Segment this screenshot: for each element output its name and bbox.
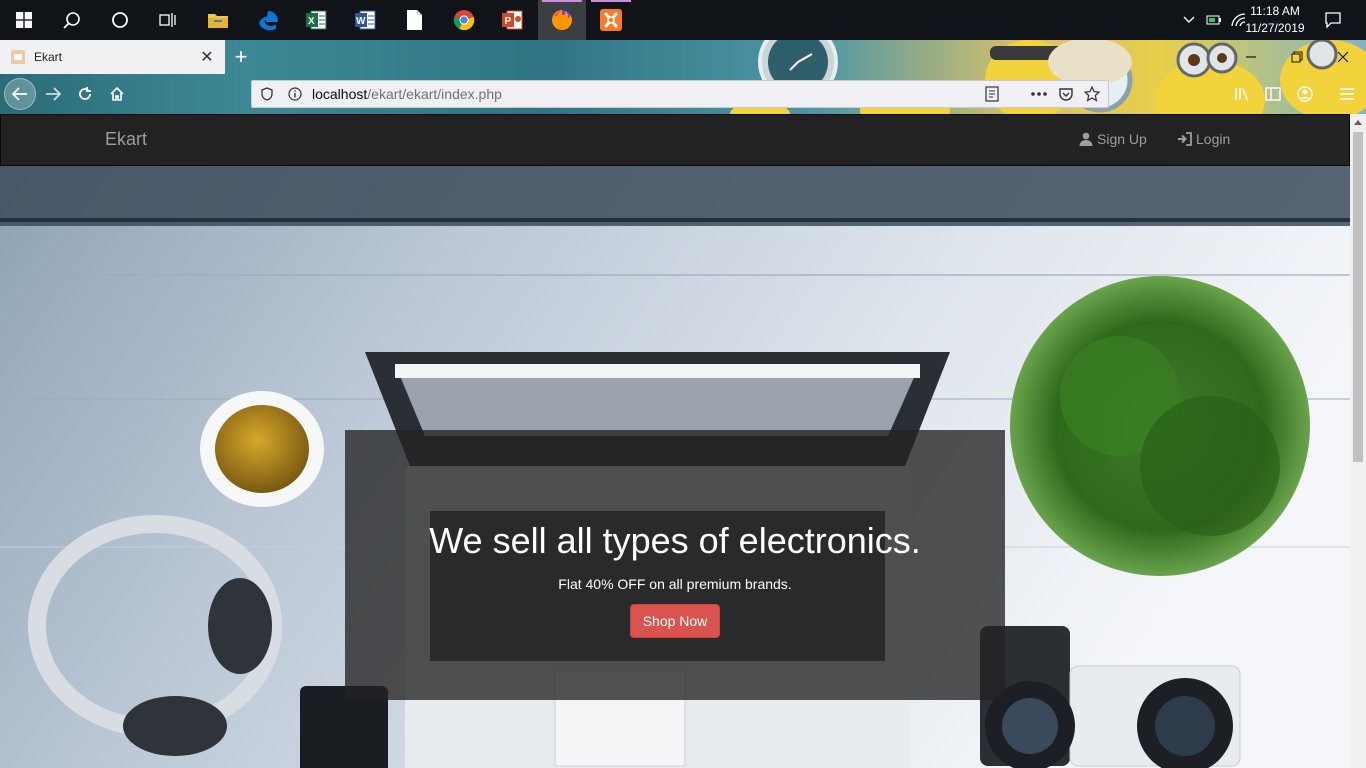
log-in-icon bbox=[1178, 132, 1192, 146]
pocket-icon[interactable] bbox=[1058, 86, 1074, 102]
system-clock[interactable]: 11:18 AM 11/27/2019 bbox=[1240, 3, 1310, 37]
hero-subheading: Flat 40% OFF on all premium brands. bbox=[558, 576, 792, 592]
address-bar[interactable]: localhost/ekart/ekart/index.php bbox=[251, 80, 1109, 108]
url-path: /ekart/ekart/index.php bbox=[367, 86, 502, 102]
search-icon[interactable] bbox=[48, 0, 96, 40]
powerpoint-icon[interactable]: P bbox=[488, 0, 536, 40]
scroll-up-arrow-icon[interactable] bbox=[1350, 114, 1366, 130]
hero-heading: We sell all types of electronics. bbox=[429, 520, 921, 561]
new-tab-icon[interactable]: + bbox=[229, 44, 253, 70]
windows-taskbar: X W P 11:18 AM 11/27/2019 bbox=[0, 0, 1366, 40]
url-actions bbox=[984, 81, 1100, 107]
scroll-thumb[interactable] bbox=[1353, 132, 1363, 462]
close-window-icon[interactable] bbox=[1320, 40, 1366, 74]
clock-time: 11:18 AM bbox=[1250, 4, 1300, 18]
signup-label: Sign Up bbox=[1097, 131, 1147, 147]
file-explorer-icon[interactable] bbox=[194, 0, 242, 40]
web-page: Ekart Sign Up Login We sell all types of… bbox=[0, 114, 1350, 768]
user-icon bbox=[1079, 132, 1093, 146]
svg-text:W: W bbox=[356, 16, 366, 27]
edge-icon[interactable] bbox=[244, 0, 292, 40]
xampp-icon[interactable] bbox=[587, 0, 635, 40]
battery-icon[interactable] bbox=[1203, 0, 1225, 40]
hamburger-menu-icon[interactable] bbox=[1331, 78, 1363, 110]
page-scrollbar[interactable] bbox=[1350, 114, 1366, 768]
show-hidden-icons-chevron-icon[interactable] bbox=[1178, 0, 1200, 40]
window-controls bbox=[1228, 40, 1366, 74]
sidebar-toggle-icon[interactable] bbox=[1257, 78, 1289, 110]
chrome-icon[interactable] bbox=[440, 0, 488, 40]
cortana-icon[interactable] bbox=[96, 0, 144, 40]
page-favicon-icon bbox=[11, 50, 25, 64]
start-icon[interactable] bbox=[0, 0, 48, 40]
home-icon[interactable] bbox=[101, 78, 133, 110]
reader-view-icon[interactable] bbox=[984, 86, 1000, 102]
promo-jumbotron: We sell all types of electronics. Flat 4… bbox=[345, 430, 1005, 700]
svg-text:P: P bbox=[505, 16, 512, 27]
site-info-icon[interactable] bbox=[288, 87, 302, 101]
bookmark-star-icon[interactable] bbox=[1084, 86, 1100, 102]
login-link[interactable]: Login bbox=[1177, 131, 1230, 147]
site-navbar: Ekart Sign Up Login bbox=[0, 114, 1350, 166]
excel-icon[interactable]: X bbox=[292, 0, 340, 40]
login-label: Login bbox=[1196, 131, 1231, 147]
brand-logo[interactable]: Ekart bbox=[105, 129, 147, 150]
hero-section: We sell all types of electronics. Flat 4… bbox=[0, 166, 1350, 768]
account-icon[interactable] bbox=[1289, 78, 1321, 110]
reload-icon[interactable] bbox=[69, 78, 101, 110]
url-text[interactable]: localhost/ekart/ekart/index.php bbox=[312, 86, 502, 102]
minimize-icon[interactable] bbox=[1228, 40, 1274, 74]
page-actions-menu-icon[interactable] bbox=[1030, 91, 1048, 97]
shop-now-button[interactable]: Shop Now bbox=[629, 604, 721, 638]
firefox-icon[interactable] bbox=[538, 0, 586, 40]
svg-text:X: X bbox=[308, 16, 315, 27]
task-view-icon[interactable] bbox=[144, 0, 192, 40]
close-tab-icon[interactable]: ✕ bbox=[199, 47, 215, 67]
tab-title: Ekart bbox=[34, 50, 63, 64]
tracking-protection-shield-icon[interactable] bbox=[260, 87, 274, 101]
browser-chrome: Ekart ✕ + localhost/ekart/ekart/index.ph… bbox=[0, 40, 1366, 114]
clock-date: 11/27/2019 bbox=[1245, 21, 1305, 35]
action-center-icon[interactable] bbox=[1318, 0, 1348, 40]
file-icon[interactable] bbox=[390, 0, 438, 40]
library-icon[interactable] bbox=[1226, 78, 1258, 110]
url-host: localhost bbox=[312, 86, 368, 102]
back-arrow-icon[interactable] bbox=[4, 78, 36, 110]
signup-link[interactable]: Sign Up bbox=[1079, 131, 1147, 147]
word-icon[interactable]: W bbox=[341, 0, 389, 40]
navigation-toolbar: localhost/ekart/ekart/index.php bbox=[0, 74, 1366, 114]
forward-arrow-icon[interactable] bbox=[37, 78, 69, 110]
browser-tab-ekart[interactable]: Ekart ✕ bbox=[0, 40, 225, 74]
restore-icon[interactable] bbox=[1274, 40, 1320, 74]
